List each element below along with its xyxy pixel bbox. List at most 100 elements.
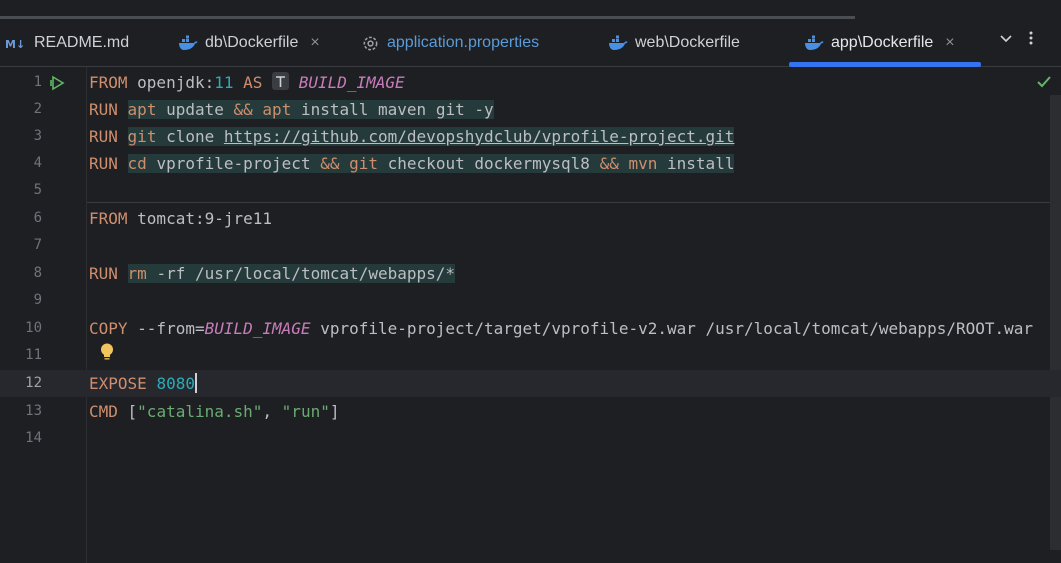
code-line[interactable]: 2 RUN apt update && apt install maven gi…	[0, 96, 1061, 123]
code-text: update	[156, 100, 234, 119]
keyword: FROM	[89, 209, 128, 228]
command: rm	[127, 264, 147, 283]
code-text: openjdk:	[127, 73, 215, 92]
code-text: install	[657, 154, 735, 173]
line-number: 13	[25, 403, 42, 419]
code-text: --from=	[127, 319, 205, 338]
line-number: 6	[33, 210, 42, 226]
code-line-current[interactable]: 12 EXPOSE 8080	[0, 370, 1061, 397]
keyword: RUN	[89, 100, 118, 119]
tab-label: db\Dockerfile	[205, 34, 299, 51]
tab-application-properties[interactable]: application.properties	[361, 28, 539, 58]
markdown-icon: M↓	[5, 36, 27, 50]
keyword: RUN	[89, 264, 118, 283]
number: 11	[214, 73, 234, 92]
code-text: clone	[156, 127, 224, 146]
keyword: RUN	[89, 154, 118, 173]
code-line[interactable]: 3 RUN git clone https://github.com/devop…	[0, 123, 1061, 150]
keyword: COPY	[89, 319, 128, 338]
stage-alias: BUILD_IMAGE	[204, 319, 311, 338]
code-line[interactable]: 7	[0, 232, 1061, 259]
tab-web-dockerfile[interactable]: web\Dockerfile	[608, 28, 740, 58]
code-line[interactable]: 4 RUN cd vprofile-project && git checkou…	[0, 150, 1061, 177]
lightbulb-icon[interactable]	[98, 342, 116, 367]
operator: &&	[320, 154, 340, 173]
svg-text:M↓: M↓	[5, 38, 25, 50]
code-text: ]	[329, 402, 340, 421]
code-editor[interactable]: 1 FROM openjdk:11 AS BUILD_IMAGE 2 RUN a…	[0, 67, 1061, 563]
command: git	[349, 154, 379, 173]
string: "catalina.sh"	[137, 402, 263, 421]
command: apt	[127, 100, 157, 119]
line-number: 10	[25, 320, 42, 336]
operator: &&	[599, 154, 619, 173]
code-line[interactable]: 13 CMD ["catalina.sh", "run"]	[0, 398, 1061, 425]
keyword: FROM	[89, 73, 128, 92]
tab-label: README.md	[34, 34, 130, 51]
chevron-down-icon[interactable]	[998, 30, 1014, 51]
line-number: 8	[33, 265, 42, 281]
code-line[interactable]: 14	[0, 425, 1061, 452]
tab-label: web\Dockerfile	[635, 34, 740, 51]
string: "run"	[281, 402, 330, 421]
code-text: [	[117, 402, 138, 421]
code-line[interactable]: 6 FROM tomcat:9-jre11	[0, 205, 1061, 232]
code-line[interactable]: 9	[0, 287, 1061, 314]
keyword: CMD	[89, 402, 118, 421]
line-number: 14	[25, 430, 42, 446]
tab-db-dockerfile[interactable]: db\Dockerfile ×	[178, 28, 320, 58]
close-icon[interactable]: ×	[945, 34, 954, 52]
line-number: 7	[33, 237, 42, 253]
more-vertical-icon[interactable]	[1028, 30, 1034, 51]
tab-app-dockerfile[interactable]: app\Dockerfile ×	[804, 28, 955, 58]
command: cd	[127, 154, 147, 173]
line-number: 11	[25, 347, 42, 363]
code-text: checkout dockermysql8	[378, 154, 600, 173]
tab-label: application.properties	[387, 34, 540, 51]
code-text: install maven git -y	[291, 100, 494, 119]
tab-label: app\Dockerfile	[831, 34, 934, 51]
code-text: vprofile-project/target/vprofile-v2.war …	[310, 319, 1034, 338]
code-text: -rf /usr/local/tomcat/webapps/*	[146, 264, 456, 283]
gear-icon	[361, 34, 380, 53]
command: git	[127, 127, 157, 146]
line-number: 4	[33, 155, 42, 171]
line-number: 5	[33, 182, 42, 198]
docker-icon	[608, 35, 628, 51]
keyword: EXPOSE	[89, 374, 147, 393]
close-icon[interactable]: ×	[310, 34, 319, 52]
stage-alias: BUILD_IMAGE	[298, 73, 405, 92]
tab-actions	[998, 30, 1034, 51]
code-line[interactable]: 11	[0, 342, 1061, 369]
run-icon[interactable]	[50, 75, 66, 96]
code-text: tomcat:9-jre11	[127, 209, 273, 228]
code-line[interactable]: 5	[0, 177, 1061, 204]
code-line[interactable]: 1 FROM openjdk:11 AS BUILD_IMAGE	[0, 69, 1061, 96]
keyword: RUN	[89, 127, 118, 146]
line-number: 1	[33, 74, 42, 90]
keyword: AS	[243, 73, 263, 92]
editor-tab-bar: M↓ README.md db\Dockerfile × application…	[0, 0, 1061, 67]
code-line[interactable]: 8 RUN rm -rf /usr/local/tomcat/webapps/*	[0, 260, 1061, 287]
code-line[interactable]: 10 COPY --from=BUILD_IMAGE vprofile-proj…	[0, 315, 1061, 342]
line-number: 3	[33, 128, 42, 144]
tab-readme[interactable]: M↓ README.md	[5, 28, 129, 58]
operator: &&	[233, 100, 253, 119]
line-number: 2	[33, 101, 42, 117]
line-number: 9	[33, 292, 42, 308]
number: 8080	[156, 374, 195, 393]
horizontal-scrollbar[interactable]	[0, 16, 855, 19]
text-caret	[194, 373, 197, 393]
repo-url-link[interactable]: https://github.com/devopshydclub/vprofil…	[224, 127, 735, 146]
line-number: 12	[25, 375, 42, 391]
command: apt	[262, 100, 292, 119]
docker-icon	[804, 35, 824, 51]
